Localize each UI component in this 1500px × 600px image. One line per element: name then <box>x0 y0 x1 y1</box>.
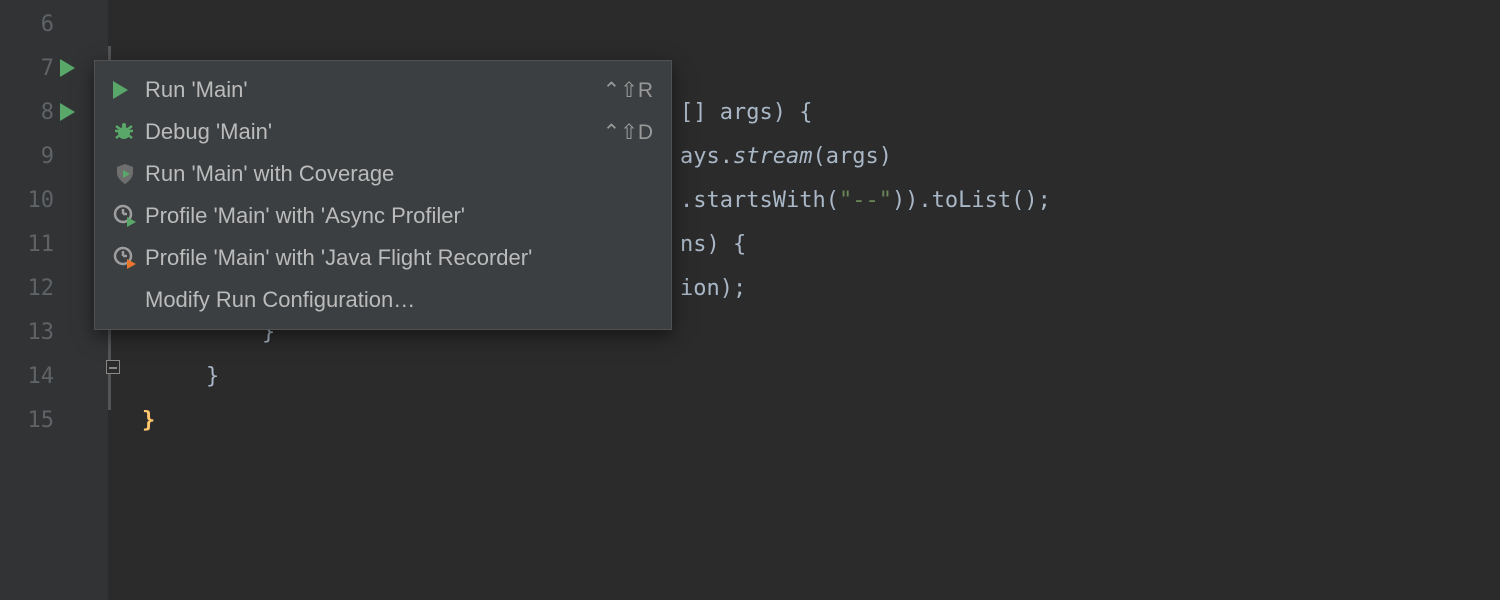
run-context-menu: Run 'Main' ⌃⇧R Debug 'Main' ⌃⇧D Run 'Mai… <box>94 60 672 330</box>
code-text: .startsWith("--")).toList(); <box>664 178 1051 222</box>
line-number: 15 <box>0 408 60 433</box>
run-icon <box>113 81 145 99</box>
menu-item-label: Modify Run Configuration… <box>145 287 653 313</box>
menu-item-run[interactable]: Run 'Main' ⌃⇧R <box>95 69 671 111</box>
menu-item-label: Profile 'Main' with 'Async Profiler' <box>145 203 653 229</box>
code-text: ion); <box>664 266 746 310</box>
line-number: 14 <box>0 364 60 389</box>
menu-item-profile-async[interactable]: Profile 'Main' with 'Async Profiler' <box>95 195 671 237</box>
menu-item-label: Debug 'Main' <box>145 119 603 145</box>
line-number: 6 <box>0 12 60 37</box>
line-number: 11 <box>0 232 60 257</box>
fold-toggle-icon[interactable] <box>106 360 120 374</box>
menu-item-shortcut: ⌃⇧D <box>603 120 653 145</box>
code-text: [] args) { <box>664 90 812 134</box>
menu-item-label: Profile 'Main' with 'Java Flight Recorde… <box>145 245 653 271</box>
menu-item-debug[interactable]: Debug 'Main' ⌃⇧D <box>95 111 671 153</box>
line-number: 13 <box>0 320 60 345</box>
clock-play-green-icon <box>113 204 145 228</box>
line-number: 7 <box>0 56 60 81</box>
bug-icon <box>113 121 145 143</box>
line-number: 9 <box>0 144 60 169</box>
menu-item-shortcut: ⌃⇧R <box>603 78 653 103</box>
code-text: } <box>190 354 219 398</box>
clock-play-orange-icon <box>113 246 145 270</box>
menu-item-profile-jfr[interactable]: Profile 'Main' with 'Java Flight Recorde… <box>95 237 671 279</box>
line-number: 8 <box>0 100 60 125</box>
shield-run-icon <box>113 162 145 186</box>
code-text: ays.stream(args) <box>664 134 892 178</box>
line-number: 10 <box>0 188 60 213</box>
menu-item-label: Run 'Main' <box>145 77 603 103</box>
editor-gutter: 6 7 8 9 10 11 12 13 14 15 <box>0 0 108 600</box>
menu-item-coverage[interactable]: Run 'Main' with Coverage <box>95 153 671 195</box>
code-text: ns) { <box>664 222 746 266</box>
menu-item-label: Run 'Main' with Coverage <box>145 161 653 187</box>
line-number: 12 <box>0 276 60 301</box>
menu-item-modify-config[interactable]: Modify Run Configuration… <box>95 279 671 321</box>
code-text: } <box>126 398 155 442</box>
